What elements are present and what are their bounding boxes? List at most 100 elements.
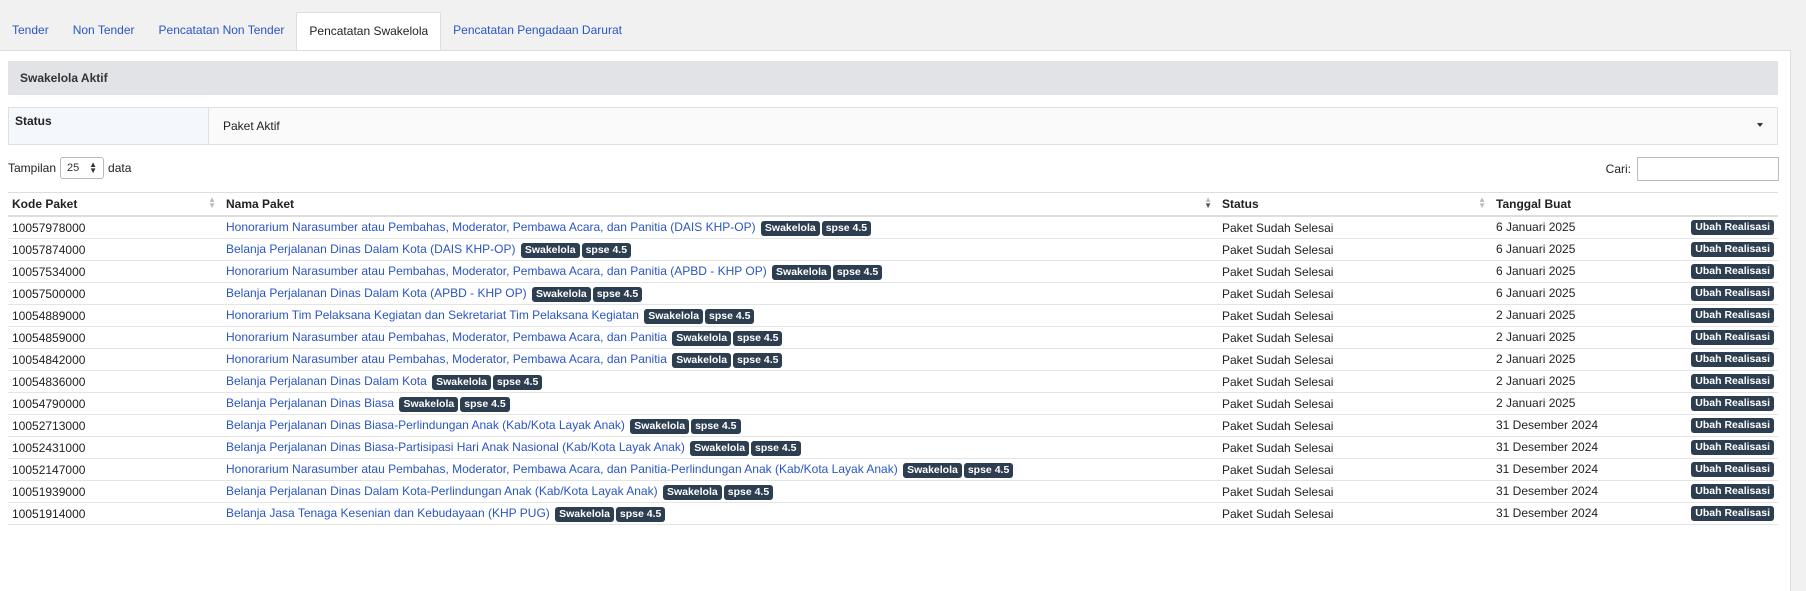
ubah-realisasi-button[interactable]: Ubah Realisasi: [1691, 440, 1774, 455]
package-name-link[interactable]: Belanja Perjalanan Dinas Biasa-Perlindun…: [226, 418, 625, 432]
table-row: 10052713000 Belanja Perjalanan Dinas Bias…: [8, 414, 1778, 437]
ubah-realisasi-button[interactable]: Ubah Realisasi: [1691, 264, 1774, 279]
package-name-link[interactable]: Honorarium Narasumber atau Pembahas, Mod…: [226, 264, 767, 278]
ubah-realisasi-button[interactable]: Ubah Realisasi: [1691, 396, 1774, 411]
tanggal-buat-cell: 6 Januari 2025 Ubah Realisasi: [1492, 216, 1778, 239]
tanggal-buat-text: 6 Januari 2025: [1496, 286, 1576, 300]
package-name-link[interactable]: Belanja Perjalanan Dinas Biasa-Partisipa…: [226, 440, 685, 454]
spse-version-badge: spse 4.5: [581, 242, 632, 258]
package-name-link[interactable]: Honorarium Narasumber atau Pembahas, Mod…: [226, 330, 667, 344]
kode-paket-cell: 10054859000: [8, 326, 222, 349]
tanggal-buat-cell: 2 Januari 2025 Ubah Realisasi: [1492, 370, 1778, 393]
tab-pencatatan-pengadaan-darurat[interactable]: Pencatatan Pengadaan Darurat: [441, 12, 634, 50]
ubah-realisasi-button[interactable]: Ubah Realisasi: [1691, 330, 1774, 345]
search-input[interactable]: [1637, 157, 1779, 181]
tanggal-buat-text: 6 Januari 2025: [1496, 242, 1576, 256]
status-cell: Paket Sudah Selesai: [1218, 282, 1492, 305]
nama-paket-cell: Belanja Jasa Tenaga Kesenian dan Kebuday…: [222, 502, 1218, 525]
ubah-realisasi-button[interactable]: Ubah Realisasi: [1691, 374, 1774, 389]
table-row: 10057500000 Belanja Perjalanan Dinas Dala…: [8, 282, 1778, 305]
kode-paket-cell: 10057534000: [8, 260, 222, 283]
kode-paket-cell: 10054842000: [8, 348, 222, 371]
tanggal-buat-cell: 31 Desember 2024 Ubah Realisasi: [1492, 414, 1778, 437]
tanggal-buat-text: 31 Desember 2024: [1496, 484, 1599, 498]
package-name-link[interactable]: Belanja Perjalanan Dinas Dalam Kota (DAI…: [226, 242, 515, 256]
package-name-link[interactable]: Belanja Jasa Tenaga Kesenian dan Kebuday…: [226, 506, 550, 520]
tanggal-buat-text: 2 Januari 2025: [1496, 352, 1576, 366]
page-length-control: Tampilan 25 ▲ ▼ data: [8, 157, 131, 179]
table-header-row: Kode Paket ▲ ▼ Nama Paket ▲ ▼ Status ▲ ▼ Ta…: [8, 192, 1778, 217]
kode-paket-cell: 10051939000: [8, 480, 222, 503]
tanggal-buat-text: 31 Desember 2024: [1496, 462, 1599, 476]
status-cell: Paket Sudah Selesai: [1218, 260, 1492, 283]
spse-version-badge: spse 4.5: [592, 286, 643, 302]
spse-version-badge: spse 4.5: [615, 506, 666, 522]
swakelola-badge: Swakelola: [399, 396, 459, 412]
tab-pencatatan-non-tender[interactable]: Pencatatan Non Tender: [147, 12, 297, 50]
tanggal-buat-cell: 6 Januari 2025 Ubah Realisasi: [1492, 282, 1778, 305]
nama-paket-cell: Honorarium Narasumber atau Pembahas, Mod…: [222, 326, 1218, 349]
page-length-select[interactable]: 25 ▲ ▼: [60, 157, 105, 179]
tanggal-buat-cell: 2 Januari 2025 Ubah Realisasi: [1492, 326, 1778, 349]
header-kode-paket[interactable]: Kode Paket ▲ ▼: [8, 192, 222, 217]
table-row: 10054836000 Belanja Perjalanan Dinas Dala…: [8, 370, 1778, 393]
tanggal-buat-text: 31 Desember 2024: [1496, 418, 1599, 432]
page-length-suffix: data: [108, 161, 132, 175]
header-status[interactable]: Status ▲ ▼: [1218, 192, 1492, 217]
page-length-value: 25: [67, 162, 80, 174]
package-name-link[interactable]: Belanja Perjalanan Dinas Dalam Kota-Perl…: [226, 484, 658, 498]
ubah-realisasi-button[interactable]: Ubah Realisasi: [1691, 308, 1774, 323]
nama-paket-cell: Belanja Perjalanan Dinas Dalam Kota (DAI…: [222, 238, 1218, 261]
swakelola-badge: Swakelola: [555, 506, 614, 522]
package-name-link[interactable]: Honorarium Tim Pelaksana Kegiatan dan Se…: [226, 308, 639, 322]
ubah-realisasi-button[interactable]: Ubah Realisasi: [1691, 242, 1774, 257]
spse-version-badge: spse 4.5: [460, 396, 510, 412]
status-cell: Paket Sudah Selesai: [1218, 238, 1492, 261]
swakelola-badge: Swakelola: [630, 418, 690, 434]
tanggal-buat-text: 6 Januari 2025: [1496, 220, 1576, 234]
ubah-realisasi-button[interactable]: Ubah Realisasi: [1691, 484, 1774, 499]
kode-paket-cell: 10054790000: [8, 392, 222, 415]
package-name-link[interactable]: Belanja Perjalanan Dinas Biasa: [226, 396, 394, 410]
sort-desc-icon: ▲ ▼: [1204, 195, 1212, 210]
header-tanggal-buat[interactable]: Tanggal Buat: [1492, 192, 1778, 217]
package-name-link[interactable]: Belanja Perjalanan Dinas Dalam Kota (APB…: [226, 286, 527, 300]
ubah-realisasi-button[interactable]: Ubah Realisasi: [1691, 418, 1774, 433]
swakelola-badge: Swakelola: [520, 242, 580, 258]
spse-version-badge: spse 4.5: [832, 264, 883, 280]
nama-paket-cell: Belanja Perjalanan Dinas Biasa Swakelola…: [222, 392, 1218, 415]
status-cell: Paket Sudah Selesai: [1218, 392, 1492, 415]
tanggal-buat-cell: 31 Desember 2024 Ubah Realisasi: [1492, 480, 1778, 503]
ubah-realisasi-button[interactable]: Ubah Realisasi: [1691, 506, 1774, 521]
tab-non-tender[interactable]: Non Tender: [61, 12, 147, 50]
status-cell: Paket Sudah Selesai: [1218, 326, 1492, 349]
ubah-realisasi-button[interactable]: Ubah Realisasi: [1691, 352, 1774, 367]
sort-icon: ▲ ▼: [208, 195, 216, 210]
spse-version-badge: spse 4.5: [691, 418, 741, 434]
sort-icon: ▲ ▼: [1478, 195, 1486, 210]
nama-paket-cell: Honorarium Narasumber atau Pembahas, Mod…: [222, 260, 1218, 283]
tanggal-buat-text: 2 Januari 2025: [1496, 308, 1576, 322]
ubah-realisasi-button[interactable]: Ubah Realisasi: [1691, 286, 1774, 301]
package-name-link[interactable]: Honorarium Narasumber atau Pembahas, Mod…: [226, 352, 667, 366]
tab-pencatatan-swakelola[interactable]: Pencatatan Swakelola: [296, 12, 442, 51]
package-name-link[interactable]: Honorarium Narasumber atau Pembahas, Mod…: [226, 220, 756, 234]
header-status-label: Status: [1222, 197, 1259, 211]
tab-tender[interactable]: Tender: [0, 12, 61, 50]
ubah-realisasi-button[interactable]: Ubah Realisasi: [1691, 220, 1774, 235]
table-row: 10057874000 Belanja Perjalanan Dinas Dala…: [8, 238, 1778, 261]
spse-version-badge: spse 4.5: [733, 330, 783, 346]
table-row: 10054790000 Belanja Perjalanan Dinas Bias…: [8, 392, 1778, 415]
nama-paket-cell: Honorarium Tim Pelaksana Kegiatan dan Se…: [222, 304, 1218, 327]
header-nama-paket[interactable]: Nama Paket ▲ ▼: [222, 192, 1218, 217]
table-row: 10054842000 Honorarium Narasumber atau Pe…: [8, 348, 1778, 371]
ubah-realisasi-button[interactable]: Ubah Realisasi: [1691, 462, 1774, 477]
header-tanggal-label: Tanggal Buat: [1496, 197, 1572, 211]
status-select[interactable]: Paket Aktif: [209, 108, 1777, 144]
status-cell: Paket Sudah Selesai: [1218, 348, 1492, 371]
table-row: 10051914000 Belanja Jasa Tenaga Kesenian …: [8, 502, 1778, 525]
spse-version-badge: spse 4.5: [751, 440, 801, 456]
package-name-link[interactable]: Belanja Perjalanan Dinas Dalam Kota: [226, 374, 427, 388]
kode-paket-cell: 10057978000: [8, 216, 222, 239]
package-name-link[interactable]: Honorarium Narasumber atau Pembahas, Mod…: [226, 462, 898, 476]
